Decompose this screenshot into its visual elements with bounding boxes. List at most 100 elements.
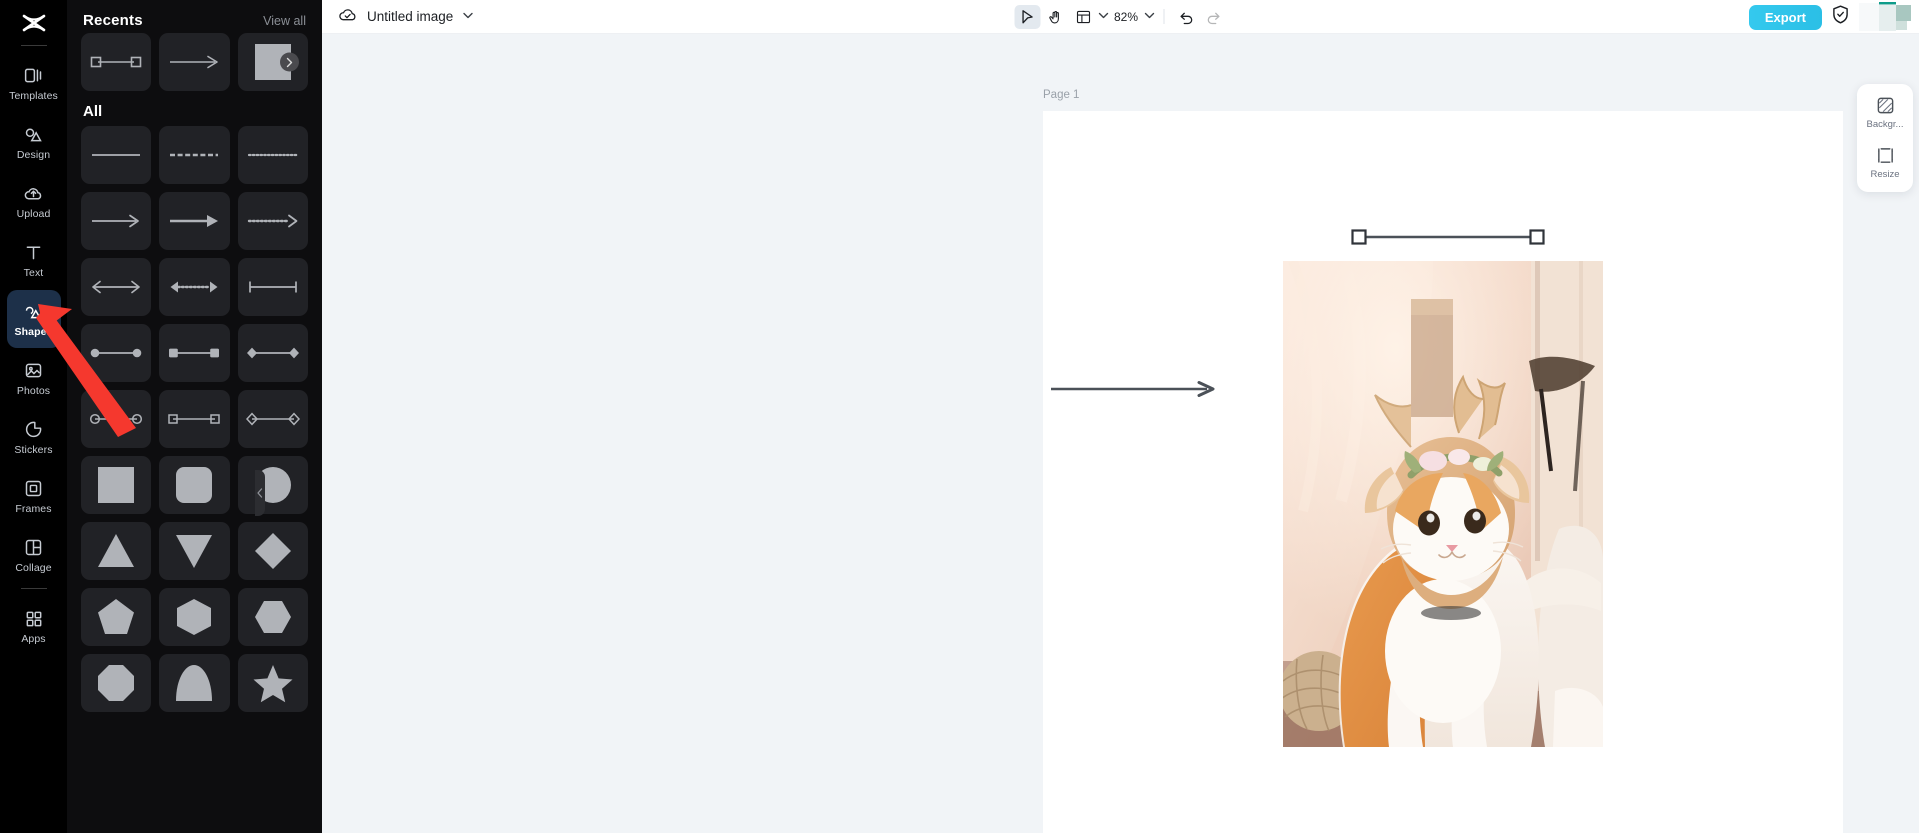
canvas-viewport[interactable]: Page 1 Backgr... Resize xyxy=(322,34,1919,833)
canvas-side-panel: Backgr... Resize xyxy=(1857,84,1913,192)
shape-cell-octagon[interactable] xyxy=(81,654,152,712)
chevron-right-icon xyxy=(286,57,293,67)
panel-collapse-handle[interactable] xyxy=(255,470,265,516)
sidebar-item-label: Design xyxy=(16,148,51,161)
resize-handle-left xyxy=(1351,229,1367,245)
arrow-double-head-icon xyxy=(92,280,141,294)
toolbar-divider xyxy=(1163,9,1164,24)
resize-label: Resize xyxy=(1870,169,1900,180)
sidebar-item-templates[interactable]: Templates xyxy=(7,54,61,112)
shape-cell-arrow-thin-right[interactable] xyxy=(159,33,230,91)
select-tool-button[interactable] xyxy=(1014,4,1040,29)
sidebar-item-shapes[interactable]: Shapes xyxy=(6,290,61,348)
shape-cell-arrow-solid-right[interactable] xyxy=(159,192,230,250)
shape-cell-line-dashed[interactable] xyxy=(159,126,230,184)
sidebar-item-label: Photos xyxy=(16,384,51,397)
redo-button[interactable] xyxy=(1201,5,1227,29)
line-solid-icon xyxy=(92,154,141,156)
sidebar-item-label: Shapes xyxy=(14,325,53,338)
apps-grid-icon xyxy=(23,608,45,630)
recents-grid xyxy=(67,33,322,91)
line-square-filled-endpoints-icon xyxy=(169,348,220,358)
hand-tool-button[interactable] xyxy=(1042,5,1068,29)
all-shapes-grid xyxy=(67,126,322,712)
shape-cell-line-dotted[interactable] xyxy=(237,126,308,184)
shape-cell-hexagon-vertical[interactable] xyxy=(159,588,230,646)
background-button[interactable]: Backgr... xyxy=(1860,93,1910,133)
shape-cell-square[interactable] xyxy=(81,456,152,514)
main-area: Untitled image 82% Export Page 1 Backgr.… xyxy=(322,0,1919,833)
hand-icon xyxy=(1048,10,1059,23)
cloud-saved-icon[interactable] xyxy=(338,6,357,28)
shield-check-icon[interactable] xyxy=(1832,5,1849,29)
shape-cell-square-filled[interactable] xyxy=(237,33,308,91)
selected-line-shape[interactable] xyxy=(1350,227,1546,252)
cursor-arrow-icon xyxy=(1021,9,1033,23)
sidebar-item-design[interactable]: Design xyxy=(7,113,61,171)
shape-cell-triangle-down[interactable] xyxy=(159,522,230,580)
rounded-square-icon xyxy=(176,467,213,503)
shape-cell-line-diamond-filled-endpoints[interactable] xyxy=(237,324,308,382)
shape-cell-arrow-double-head[interactable] xyxy=(81,258,152,316)
sidebar-item-collage[interactable]: Collage xyxy=(7,526,61,584)
arrow-dotted-double-head-icon xyxy=(170,281,218,293)
arrow-thin-right-icon xyxy=(92,214,140,228)
shape-cell-triangle-up[interactable] xyxy=(81,522,152,580)
stickers-icon xyxy=(23,419,45,441)
line-shape-selected xyxy=(1351,229,1545,245)
view-all-link[interactable]: View all xyxy=(263,14,306,28)
sidebar-item-photos[interactable]: Photos xyxy=(7,349,61,407)
undo-button[interactable] xyxy=(1173,5,1199,29)
shape-cell-diamond[interactable] xyxy=(237,522,308,580)
line-dotted-icon xyxy=(247,153,298,157)
arrow-right-shape xyxy=(1051,381,1215,397)
shape-cell-line-square-filled-endpoints[interactable] xyxy=(159,324,230,382)
layout-chevron-down-icon[interactable] xyxy=(1098,11,1108,22)
shape-cell-arrow-dotted-double-head[interactable] xyxy=(159,258,230,316)
sidebar-item-stickers[interactable]: Stickers xyxy=(7,408,61,466)
toolbar-center-group: 82% xyxy=(1014,4,1227,29)
shape-cell-rounded-square[interactable] xyxy=(159,456,230,514)
shape-cell-line-square-endpoints[interactable] xyxy=(81,33,152,91)
shape-cell-line-solid[interactable] xyxy=(81,126,152,184)
resize-button[interactable]: Resize xyxy=(1860,143,1910,183)
sidebar-item-label: Collage xyxy=(15,561,52,574)
shape-cell-line-dot-endpoints[interactable] xyxy=(81,324,152,382)
shape-cell-circle[interactable] xyxy=(237,456,308,514)
sidebar-item-text[interactable]: Text xyxy=(7,231,61,289)
avatar-icon xyxy=(1859,2,1911,31)
design-icon xyxy=(23,124,45,146)
export-button[interactable]: Export xyxy=(1748,4,1822,30)
chevron-down-icon[interactable] xyxy=(463,11,473,22)
undo-icon xyxy=(1180,12,1193,24)
canvas-page[interactable] xyxy=(1043,111,1843,833)
recents-next-chevron[interactable] xyxy=(280,52,299,72)
sidebar-item-apps[interactable]: Apps xyxy=(7,597,61,655)
zoom-chevron-down-icon[interactable] xyxy=(1144,11,1154,22)
toolbar-left-group: Untitled image xyxy=(322,6,473,28)
sidebar-item-label: Upload xyxy=(16,207,51,220)
shape-cell-arrow-dotted-right[interactable] xyxy=(237,192,308,250)
sidebar-item-frames[interactable]: Frames xyxy=(7,467,61,525)
shape-cell-line-diamond-outline-endpoints[interactable] xyxy=(237,390,308,448)
shape-cell-pentagon[interactable] xyxy=(81,588,152,646)
sidebar-item-label: Apps xyxy=(21,632,46,645)
top-toolbar: Untitled image 82% Export xyxy=(322,0,1919,34)
document-title[interactable]: Untitled image xyxy=(367,9,453,24)
shape-cell-hexagon-horizontal[interactable] xyxy=(237,588,308,646)
line-diamond-filled-endpoints-icon xyxy=(246,347,299,359)
shape-cell-line-tbar-endpoints[interactable] xyxy=(237,258,308,316)
shape-cell-arch[interactable] xyxy=(159,654,230,712)
avatar[interactable] xyxy=(1859,0,1911,34)
triangle-up-icon xyxy=(98,534,135,567)
canvas-arrow-shape[interactable] xyxy=(1049,379,1219,404)
capcut-logo-icon[interactable] xyxy=(14,6,54,40)
shape-cell-line-square-outline-endpoints[interactable] xyxy=(159,390,230,448)
sidebar-item-upload[interactable]: Upload xyxy=(7,172,61,230)
zoom-level-value[interactable]: 82% xyxy=(1110,10,1142,24)
photo-element[interactable] xyxy=(1283,261,1603,747)
layout-tool-button[interactable] xyxy=(1070,5,1096,29)
shape-cell-line-circle-outline-endpoints[interactable] xyxy=(81,390,152,448)
shape-cell-arrow-thin-right-2[interactable] xyxy=(81,192,152,250)
shape-cell-star[interactable] xyxy=(237,654,308,712)
